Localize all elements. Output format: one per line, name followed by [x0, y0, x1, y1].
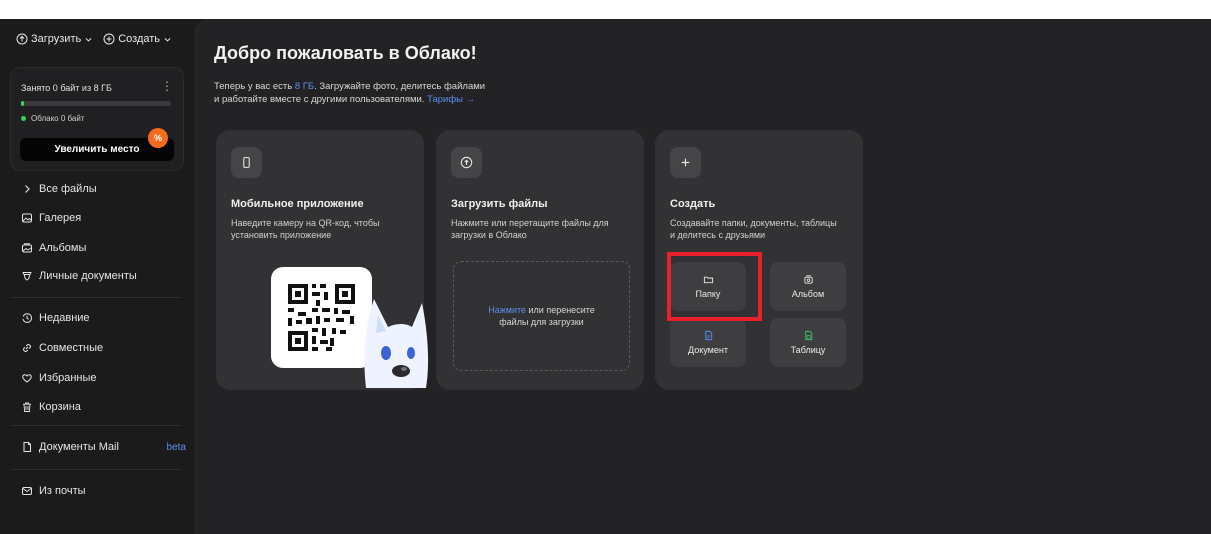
album-icon: [803, 275, 813, 284]
tariffs-link[interactable]: Тарифы →: [427, 94, 475, 105]
welcome-subtitle: Теперь у вас есть 8 ГБ. Загружайте фото,…: [214, 81, 486, 105]
storage-legend: Облако 0 байт: [21, 114, 84, 123]
shared-icon: [23, 344, 31, 352]
sidebar-item-label: Корзина: [39, 401, 81, 413]
sidebar-item-label: Документы Mail: [39, 441, 119, 453]
create-document-button[interactable]: Документ: [670, 318, 746, 367]
sidebar-divider: [10, 469, 182, 470]
sidebar-item-label: Все файлы: [39, 183, 97, 195]
gallery-icon: [22, 213, 32, 223]
trash-icon: [23, 402, 31, 412]
create-table-button[interactable]: Таблицу: [770, 318, 846, 367]
sidebar-item-1[interactable]: Галерея: [0, 207, 180, 229]
mail-icon: [22, 487, 32, 495]
discount-badge: %: [148, 128, 168, 148]
sidebar-divider: [10, 297, 182, 298]
plus-icon: [670, 147, 701, 178]
mobile-app-title: Мобильное приложение: [231, 198, 364, 210]
plus-circle-icon: [103, 33, 115, 45]
upload-files-card: Загрузить файлы Нажмите или перетащите ф…: [436, 130, 644, 390]
sidebar-item-label: Личные документы: [39, 270, 137, 282]
sidebar-item-4[interactable]: Недавние: [0, 307, 180, 329]
create-card: Создать Создавайте папки, документы, таб…: [655, 130, 863, 390]
create-album-button[interactable]: Альбом: [770, 262, 846, 311]
storage-progress-bar: [21, 101, 171, 106]
sidebar-divider: [10, 425, 182, 426]
sidebar-item-label: Из почты: [39, 485, 86, 497]
mascot-illustration: [364, 299, 429, 388]
upload-icon: [16, 33, 28, 45]
table-icon: [804, 330, 812, 341]
create-title: Создать: [670, 198, 716, 210]
sidebar-item-label: Избранные: [39, 372, 97, 384]
upload-files-description: Нажмите или перетащите файлы для загрузк…: [451, 218, 609, 240]
sidebar-item-7[interactable]: Корзина: [0, 396, 180, 418]
folder-icon: [703, 276, 713, 284]
beta-tag: beta: [166, 441, 186, 453]
click-to-upload-link[interactable]: Нажмите: [488, 305, 526, 315]
doc-icon: [704, 330, 712, 341]
chevron-down-icon: [85, 37, 92, 42]
more-options-icon[interactable]: ⋮: [161, 79, 173, 93]
sidebar-item-label: Альбомы: [39, 242, 87, 254]
sidebar: Загрузить Создать Занято 0 байт из 8 ГБ …: [0, 19, 194, 534]
sidebar-item-3[interactable]: Личные документы: [0, 265, 180, 287]
storage-size-link[interactable]: 8 ГБ: [295, 81, 314, 92]
sidebar-item-2[interactable]: Альбомы: [0, 237, 180, 259]
sidebar-item-0[interactable]: Все файлы: [0, 178, 180, 200]
top-strip: [0, 0, 1211, 19]
phone-icon: [231, 147, 262, 178]
upload-button[interactable]: Загрузить: [16, 33, 93, 45]
sidebar-actions: Загрузить Создать: [16, 33, 172, 45]
cloud-upload-icon: [451, 147, 482, 178]
create-label: Создать: [118, 33, 161, 45]
storage-widget: Занято 0 байт из 8 ГБ ⋮ Облако 0 байт Ув…: [10, 67, 184, 171]
personal-docs-icon: [22, 272, 32, 281]
sidebar-item-label: Недавние: [39, 312, 90, 324]
mobile-app-card: Мобильное приложение Наведите камеру на …: [216, 130, 429, 390]
sidebar-item-label: Галерея: [39, 212, 82, 224]
mobile-app-description: Наведите камеру на QR-код, чтобы установ…: [231, 218, 380, 240]
create-description: Создавайте папки, документы, таблицы и д…: [670, 218, 837, 240]
main-content: Добро пожаловать в Облако! Теперь у вас …: [194, 19, 1211, 534]
sidebar-item-label: Совместные: [39, 342, 104, 354]
storage-used-text: Занято 0 байт из 8 ГБ: [21, 83, 112, 93]
recent-icon: [22, 313, 32, 323]
sidebar-item-5[interactable]: Совместные: [0, 337, 180, 359]
albums-icon: [22, 243, 32, 253]
chevron-down-icon: [164, 37, 171, 42]
page-title: Добро пожаловать в Облако!: [214, 43, 477, 63]
create-button[interactable]: Создать: [103, 33, 172, 45]
sidebar-item-8[interactable]: Документы Mail beta: [0, 436, 186, 458]
upload-label: Загрузить: [31, 33, 82, 45]
sidebar-item-9[interactable]: Из почты: [0, 480, 180, 502]
sidebar-item-6[interactable]: Избранные: [0, 367, 180, 389]
document-icon: [23, 442, 31, 452]
chevron-right-icon: [25, 185, 30, 193]
create-folder-button[interactable]: Папку: [670, 262, 746, 311]
file-drop-zone[interactable]: Нажмите или перенесите файлы для загрузк…: [453, 261, 630, 371]
upload-files-title: Загрузить файлы: [451, 198, 548, 210]
heart-icon: [22, 374, 32, 383]
